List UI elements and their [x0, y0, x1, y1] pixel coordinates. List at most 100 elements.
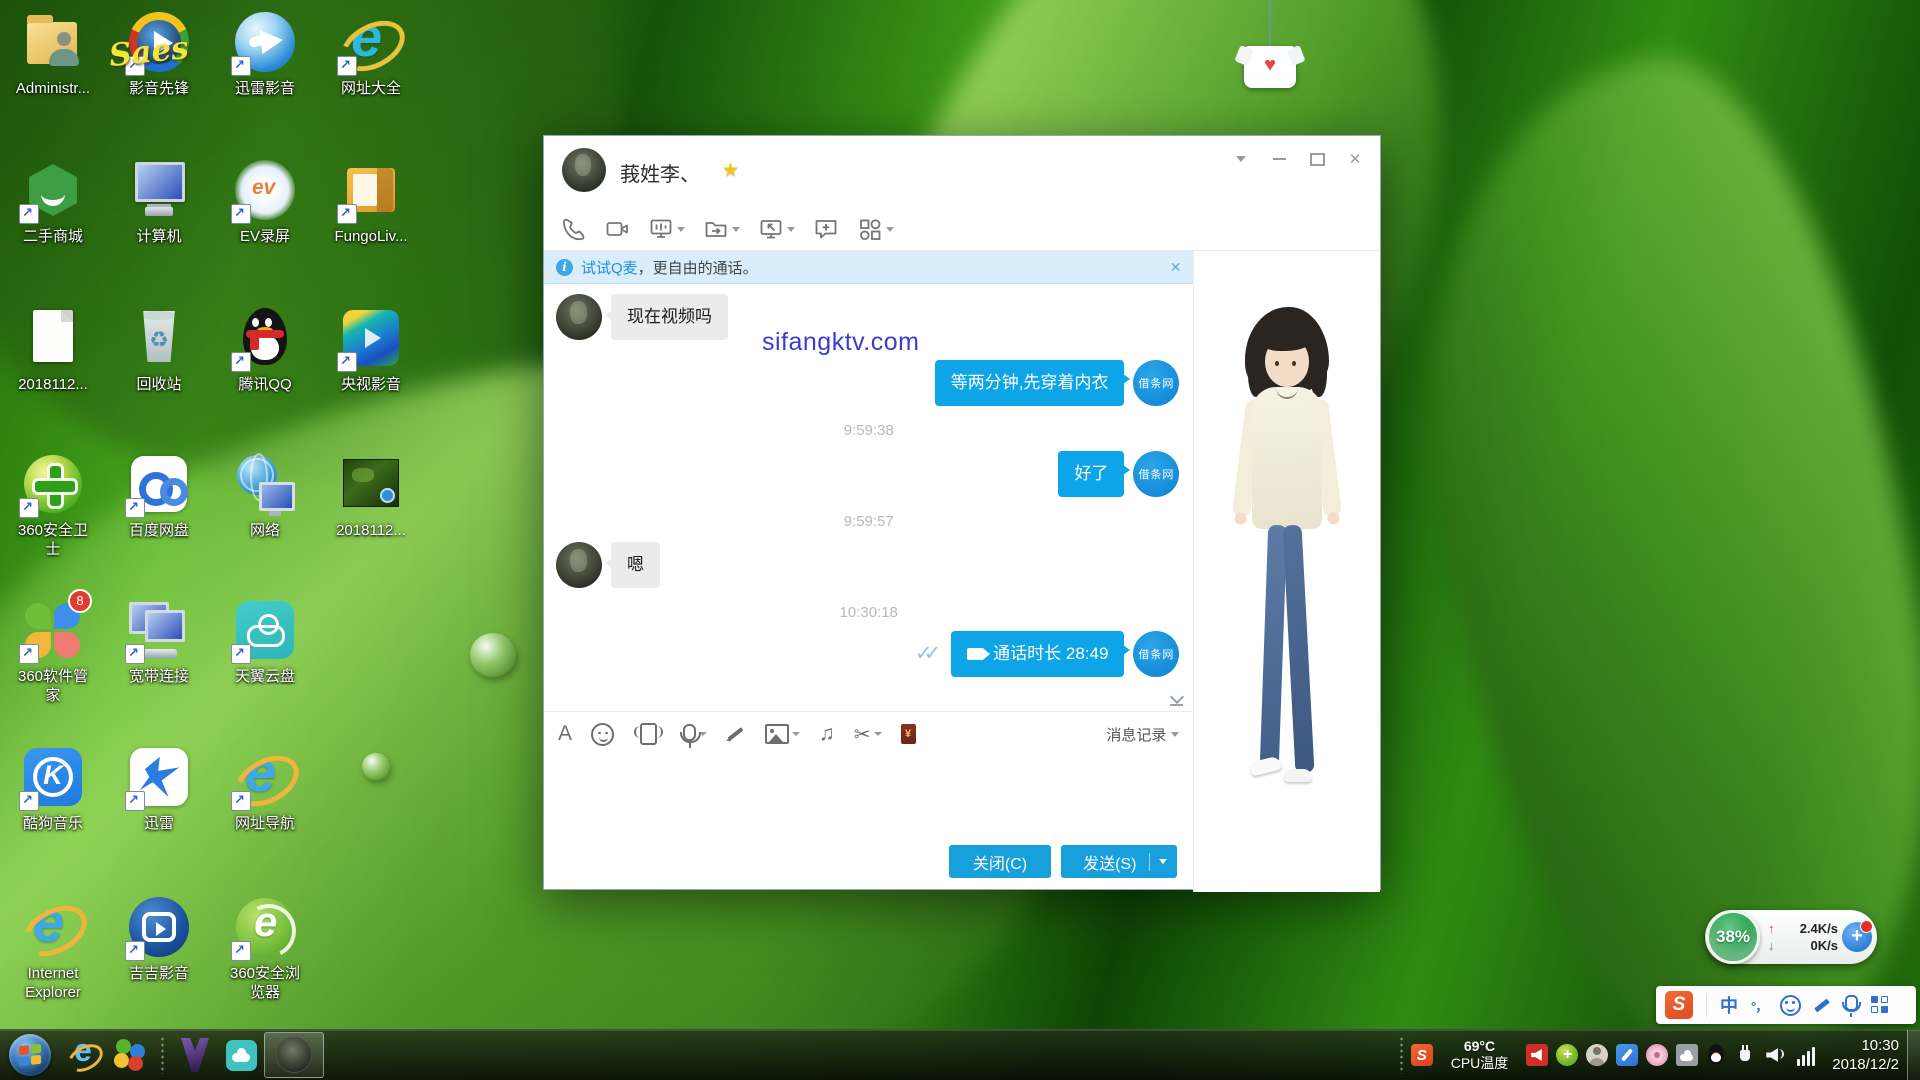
tray-person-icon[interactable]: [1586, 1044, 1608, 1066]
tray-megaphone-icon[interactable]: [1526, 1044, 1548, 1066]
call-record-bubble[interactable]: 通话时长 28:49: [951, 631, 1124, 677]
desktop-icon-internet-explorer[interactable]: Internet Explorer: [2, 895, 104, 1002]
tray-cloud-icon[interactable]: [1676, 1044, 1698, 1066]
send-options-caret[interactable]: [1159, 859, 1167, 864]
window-maximize-icon[interactable]: [1302, 148, 1332, 170]
remote-desktop-button[interactable]: [758, 216, 795, 242]
desktop-icon-computer[interactable]: 计算机: [108, 158, 210, 246]
dropdown-caret-icon[interactable]: [874, 732, 882, 736]
tray-cpu-temperature[interactable]: 69°CCPU温度: [1451, 1038, 1509, 1072]
shortcut-arrow-icon: [231, 204, 251, 224]
desktop-icon-cctv-yingyin[interactable]: 央视影音: [320, 306, 422, 394]
desktop-icon-wangzhi-daohang[interactable]: 网址导航: [214, 745, 316, 833]
tray-power-plug-icon[interactable]: [1734, 1044, 1756, 1066]
ime-emoji-icon[interactable]: [1780, 995, 1801, 1016]
peer-avatar[interactable]: [556, 542, 602, 588]
desktop-icon-yingyin-xianfeng[interactable]: Saes 影音先锋: [108, 10, 210, 98]
send-button[interactable]: 发送(S): [1061, 845, 1177, 878]
message-input[interactable]: [544, 756, 1193, 835]
desktop-icon-wangzhi-daquan[interactable]: 网址大全: [320, 10, 422, 98]
contact-avatar[interactable]: [562, 148, 606, 192]
memory-percent-ball[interactable]: 38%: [1706, 910, 1760, 964]
tray-phone-icon[interactable]: [1616, 1044, 1638, 1066]
desktop-icon-fungolive[interactable]: FungoLiv...: [320, 158, 422, 246]
desktop-icon-xunlei[interactable]: 迅雷: [108, 745, 210, 833]
message-history-toggle[interactable]: 消息记录: [1106, 724, 1179, 745]
dropdown-caret-icon[interactable]: [732, 227, 740, 232]
message-timestamp: 9:59:57: [544, 513, 1193, 530]
tray-volume-icon[interactable]: [1764, 1044, 1786, 1066]
my-avatar[interactable]: 借条网: [1133, 360, 1179, 406]
desktop-icon-ershou-shangcheng[interactable]: 二手商城: [2, 158, 104, 246]
desktop-icon-administrator-folder[interactable]: Administr...: [2, 10, 104, 98]
dropdown-caret-icon[interactable]: [886, 227, 894, 232]
scroll-to-bottom-icon[interactable]: [1169, 692, 1184, 706]
ime-toolbox-icon[interactable]: [1871, 996, 1889, 1014]
desktop-icon-broadband-connection[interactable]: 宽带连接: [108, 598, 210, 686]
send-file-button[interactable]: [703, 216, 740, 242]
qmai-link[interactable]: 试试Q麦: [581, 257, 638, 278]
sogou-logo[interactable]: S: [1665, 991, 1693, 1019]
video-call-button[interactable]: [604, 216, 630, 242]
tray-360-shield-icon[interactable]: [1556, 1044, 1578, 1066]
voice-message-button[interactable]: [683, 728, 707, 741]
taskbar-internet-explorer[interactable]: [61, 1033, 107, 1077]
emoji-button[interactable]: [591, 723, 614, 746]
taskbar-tianyi-cloud[interactable]: [218, 1033, 264, 1077]
tray-sogou-icon[interactable]: S: [1411, 1044, 1433, 1066]
window-close-icon[interactable]: [1340, 148, 1370, 170]
desktop-icon-360-safeguard[interactable]: 360安全卫士: [2, 452, 104, 559]
desktop-icon-360-software-manager[interactable]: 8 360软件管家: [2, 598, 104, 705]
music-button[interactable]: [819, 722, 835, 746]
doodle-button[interactable]: [726, 725, 746, 743]
desktop-icon-kugou-music[interactable]: K 酷狗音乐: [2, 745, 104, 833]
new-chat-button[interactable]: [813, 216, 839, 242]
ime-handwriting-icon[interactable]: [1814, 996, 1832, 1014]
tray-network-signal-icon[interactable]: [1794, 1044, 1818, 1066]
desktop-icon-recycle-bin[interactable]: 回收站: [108, 306, 210, 394]
close-button[interactable]: 关闭(C): [949, 845, 1051, 878]
ime-punctuation[interactable]: °，: [1751, 996, 1767, 1015]
desktop-icon-text-document[interactable]: 2018112...: [2, 306, 104, 394]
net-speed-widget[interactable]: 38% 2.4K/s 0K/s: [1705, 910, 1877, 964]
desktop-icon-xunlei-yingyin[interactable]: 迅雷影音: [214, 10, 316, 98]
tray-qq-penguin-icon[interactable]: [1706, 1044, 1726, 1066]
desktop-icon-baidu-netdisk[interactable]: 百度网盘: [108, 452, 210, 540]
taskbar-qq-window-button[interactable]: [264, 1032, 324, 1078]
peer-avatar[interactable]: [556, 294, 602, 340]
screenshot-button[interactable]: [854, 722, 882, 747]
taskbar-360-app[interactable]: [107, 1033, 153, 1077]
desktop-icon-network[interactable]: 网络: [214, 452, 316, 540]
image-button[interactable]: [765, 724, 800, 744]
desktop-icon-jiji-yingyin[interactable]: 吉吉影音: [108, 895, 210, 983]
taskbar-v-app[interactable]: [172, 1033, 218, 1077]
desktop-icon-tianyi-cloud[interactable]: 天翼云盘: [214, 598, 316, 686]
desktop-icon-ev-recorder[interactable]: EV录屏: [214, 158, 316, 246]
red-packet-button[interactable]: ¥: [901, 724, 916, 744]
window-shake-button[interactable]: [640, 723, 657, 745]
desktop-icon-360-browser[interactable]: 360安全浏览器: [214, 895, 316, 1002]
tray-flower-icon[interactable]: [1646, 1044, 1668, 1066]
ime-voice-icon[interactable]: [1845, 995, 1858, 1011]
desktop-icon-video-file[interactable]: 2018112...: [320, 452, 422, 540]
dropdown-caret-icon[interactable]: [792, 732, 800, 736]
desktop-icon-tencent-qq[interactable]: 腾讯QQ: [214, 306, 316, 394]
taskbar-clock[interactable]: 10:30 2018/12/2: [1818, 1036, 1907, 1074]
dropdown-caret-icon[interactable]: [677, 227, 685, 232]
icon-label: 网址导航: [224, 814, 306, 833]
show-desktop-button[interactable]: [1907, 1030, 1920, 1080]
font-button[interactable]: [558, 722, 572, 746]
window-minimize-icon[interactable]: [1264, 148, 1294, 170]
apps-button[interactable]: [857, 216, 894, 242]
my-avatar[interactable]: 借条网: [1133, 451, 1179, 497]
start-button[interactable]: [9, 1034, 51, 1076]
accelerate-button[interactable]: [1842, 922, 1872, 952]
message-area[interactable]: sifangktv.com 现在视频吗 等两分钟,先穿着内衣 借条网 9:59:…: [544, 284, 1193, 711]
voice-call-button[interactable]: [560, 216, 586, 242]
my-avatar[interactable]: 借条网: [1133, 631, 1179, 677]
ime-chinese-mode[interactable]: 中: [1720, 992, 1738, 1018]
dropdown-caret-icon[interactable]: [787, 227, 795, 232]
screen-demo-button[interactable]: [648, 216, 685, 242]
window-pulldown-icon[interactable]: [1226, 148, 1256, 170]
notice-close-icon[interactable]: [1170, 259, 1182, 276]
